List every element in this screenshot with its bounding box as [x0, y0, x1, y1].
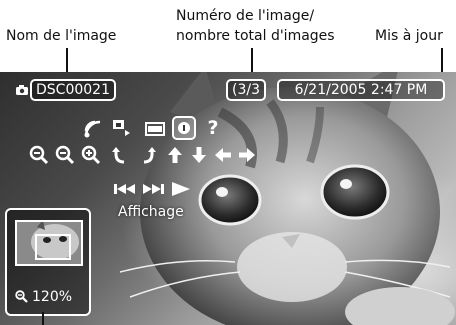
- leader-line-name: [66, 48, 68, 74]
- next-icon[interactable]: [140, 178, 166, 200]
- image-count-callout-line2: nombre total d'images: [176, 28, 335, 44]
- zoom-value: 120%: [32, 289, 73, 305]
- help-icon[interactable]: ?: [202, 116, 224, 138]
- arrow-down-icon[interactable]: [188, 144, 210, 166]
- image-name-callout: Nom de l'image: [6, 28, 117, 44]
- arrow-right-icon[interactable]: [236, 144, 258, 166]
- wifi-icon[interactable]: [82, 118, 104, 140]
- image-counter-field: (3/3: [226, 79, 266, 101]
- camera-icon: [16, 85, 28, 95]
- selected-menu-label: Affichage: [118, 204, 184, 220]
- zoom-out-icon[interactable]: [28, 144, 50, 166]
- updated-callout: Mis à jour: [375, 28, 443, 44]
- slideshow-icon[interactable]: [110, 116, 132, 138]
- zoom-icon: [15, 290, 28, 303]
- date-time-field: 6/21/2005 2:47 PM: [277, 79, 445, 101]
- previous-icon[interactable]: [112, 178, 138, 200]
- leader-line-zoom: [42, 312, 44, 325]
- wide-screen-icon[interactable]: [144, 118, 166, 140]
- leader-line-updated: [441, 48, 443, 74]
- image-name-field: DSC00021: [30, 79, 116, 101]
- zoom-view-frame[interactable]: [35, 234, 71, 260]
- leader-line-count: [251, 48, 253, 74]
- zoom-navigator: 120%: [5, 208, 91, 316]
- image-count-callout: Numéro de l'image/ nombre total d'images: [176, 6, 335, 46]
- image-count-callout-line1: Numéro de l'image/: [176, 8, 315, 24]
- play-icon[interactable]: [168, 178, 194, 200]
- manual-figure: Nom de l'image Numéro de l'image/ nombre…: [0, 0, 456, 325]
- rotate-left-icon[interactable]: [110, 144, 132, 166]
- zoom-level: 120%: [15, 288, 72, 306]
- rotate-right-icon[interactable]: [136, 144, 158, 166]
- zoom-in-icon[interactable]: [80, 144, 102, 166]
- arrow-up-icon[interactable]: [164, 144, 186, 166]
- svg-text:?: ?: [207, 117, 218, 138]
- info-icon[interactable]: [172, 116, 196, 140]
- psp-screen: DSC00021 (3/3 6/21/2005 2:47 PM ? Affich…: [0, 72, 456, 325]
- arrow-left-icon[interactable]: [212, 144, 234, 166]
- zoom-out-icon[interactable]: [54, 144, 76, 166]
